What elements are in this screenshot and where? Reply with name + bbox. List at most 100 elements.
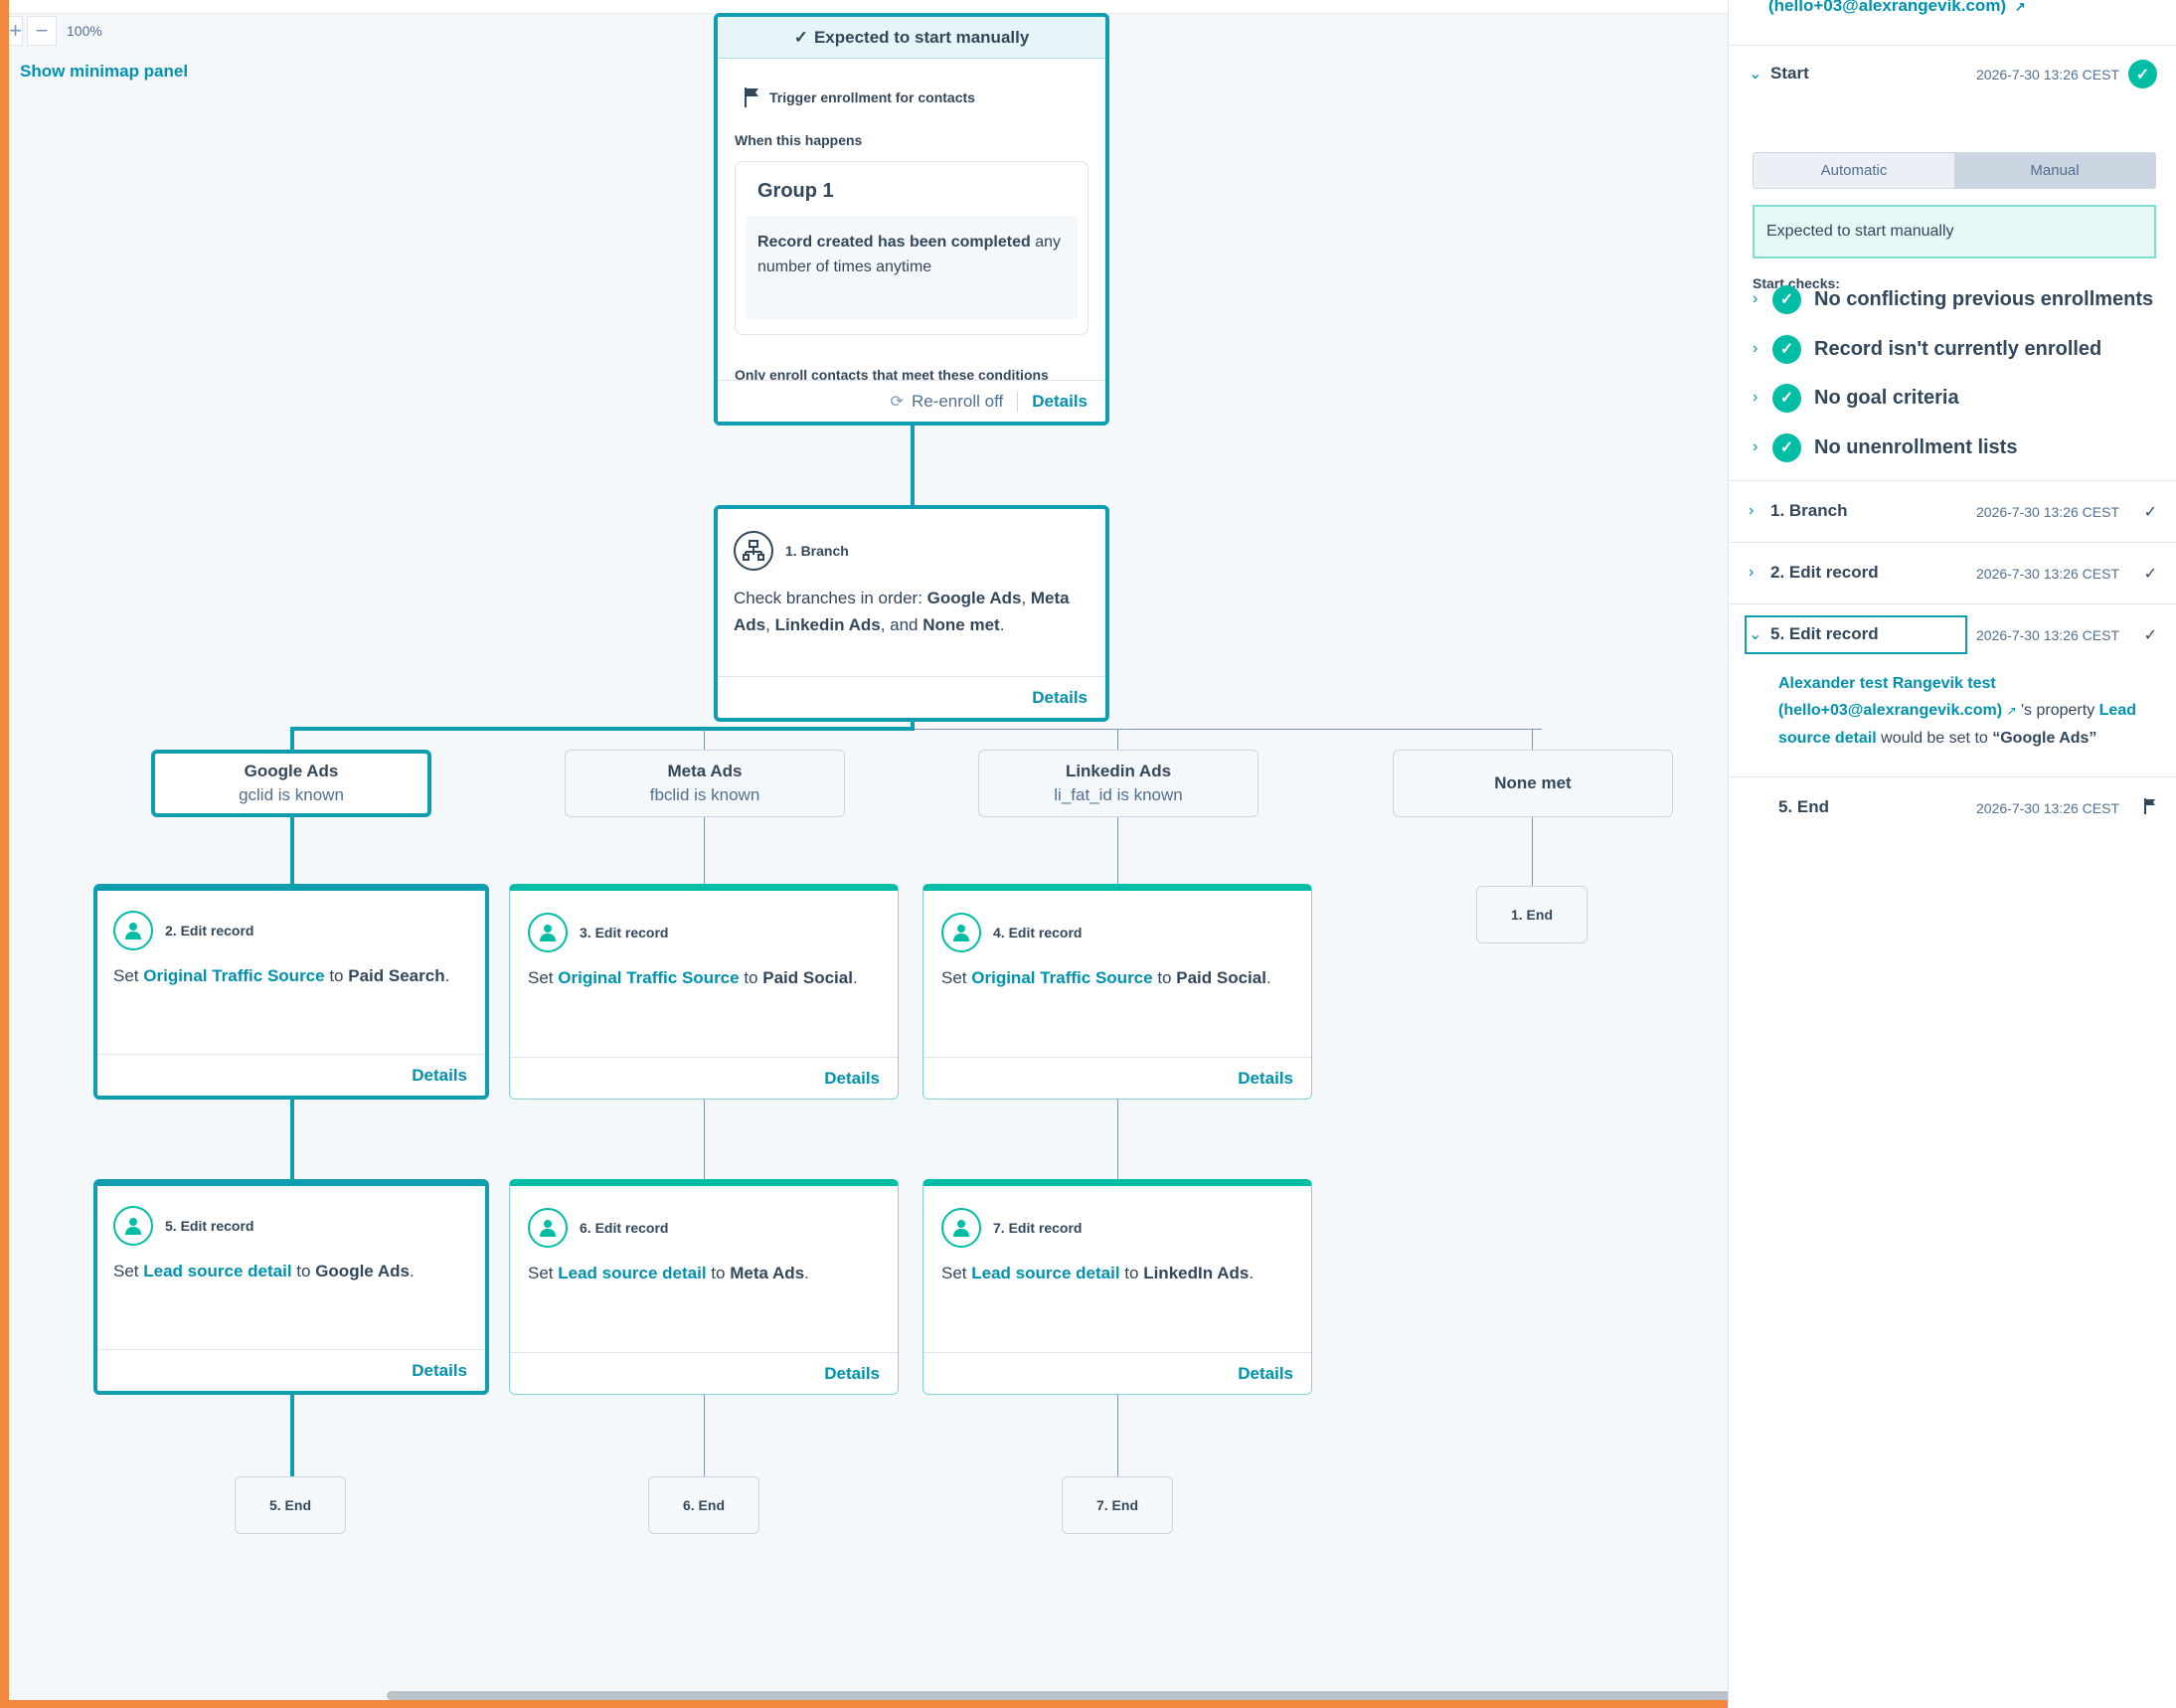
connector	[290, 727, 915, 731]
branch-icon	[734, 531, 773, 571]
success-check-icon: ✓	[2128, 60, 2157, 88]
connector	[1117, 1100, 1118, 1180]
reenroll-status: Re-enroll off	[911, 391, 1004, 411]
connector	[704, 1395, 705, 1476]
connector	[911, 426, 915, 505]
external-link-icon: ↗	[2006, 704, 2017, 718]
condition-box: Record created has been completed any nu…	[746, 216, 1078, 319]
check-icon: ✓	[2143, 504, 2157, 521]
reenroll-icon: ⟳	[890, 393, 904, 411]
connector	[290, 1395, 294, 1476]
start-header[interactable]: ⌄ Start	[1749, 64, 1809, 84]
action-7-details-link[interactable]: Details	[1238, 1364, 1293, 1384]
action-5-details-link[interactable]: Details	[412, 1361, 467, 1381]
action-card-2[interactable]: 2. Edit record Set Original Traffic Sour…	[93, 884, 489, 1100]
connector	[290, 727, 294, 751]
action-6-details-link[interactable]: Details	[824, 1364, 880, 1384]
start-section: ⌄ Start 2026-7-30 13:26 CEST ✓ Automatic…	[1729, 45, 2176, 482]
branch-meta-ads[interactable]: Meta Ads fbclid is known	[565, 750, 845, 817]
start-time: 2026-7-30 13:26 CEST	[1976, 67, 2119, 83]
branch-linkedin-ads[interactable]: Linkedin Ads li_fat_id is known	[978, 750, 1258, 817]
show-minimap-link[interactable]: Show minimap panel	[20, 62, 188, 82]
workflow-canvas[interactable]: + − 100% Show minimap panel ✓ Expected t…	[9, 0, 1729, 1700]
connector	[1532, 729, 1533, 750]
action-card-4[interactable]: 4. Edit record Set Original Traffic Sour…	[922, 884, 1312, 1100]
start-notice: Expected to start manually	[1753, 205, 2156, 258]
connector	[915, 729, 1542, 730]
zoom-level: 100%	[67, 23, 102, 39]
trigger-title: Trigger enrollment for contacts	[769, 89, 975, 105]
check-circle-icon: ✓	[1772, 383, 1801, 413]
connector	[1117, 1395, 1118, 1476]
connector	[704, 815, 705, 884]
chevron-down-icon: ⌄	[1749, 66, 1762, 83]
chevron-right-icon: ›	[1749, 502, 1755, 519]
trigger-details-link[interactable]: Details	[1032, 392, 1088, 412]
canvas-top-bar	[9, 0, 1729, 14]
connector	[704, 1100, 705, 1180]
end-node-5[interactable]: 5. End	[235, 1476, 346, 1534]
chevron-right-icon: ›	[1753, 389, 1758, 406]
chevron-right-icon: ›	[1749, 564, 1755, 581]
flag-icon	[745, 87, 758, 107]
connector	[1532, 815, 1533, 886]
check-icon: ✓	[2143, 566, 2157, 583]
contacts-icon	[113, 911, 153, 950]
end-node-1[interactable]: 1. End	[1476, 886, 1588, 943]
chevron-right-icon: ›	[1753, 438, 1758, 455]
start-check-item[interactable]: › ✓ No conflicting previous enrollments	[1753, 284, 2153, 314]
history-row-edit-record-5: ⌄ 5. Edit record 2026-7-30 13:26 CEST ✓ …	[1729, 603, 2176, 776]
history-row-branch[interactable]: › 1. Branch 2026-7-30 13:26 CEST ✓	[1729, 480, 2176, 542]
zoom-in-button[interactable]: +	[9, 16, 23, 46]
branch-details-link[interactable]: Details	[1032, 688, 1088, 708]
branch-title: 1. Branch	[785, 543, 849, 559]
branch-google-ads[interactable]: Google Ads gclid is known	[151, 750, 431, 817]
check-icon: ✓	[2143, 627, 2157, 644]
contact-link[interactable]: Alexander test Rangevik test (hello+03@a…	[1778, 675, 2002, 719]
automatic-option[interactable]: Automatic	[1754, 153, 1954, 188]
check-circle-icon: ✓	[1772, 334, 1801, 364]
end-node-6[interactable]: 6. End	[648, 1476, 759, 1534]
contacts-icon	[941, 913, 981, 952]
branch-none-met[interactable]: None met	[1393, 750, 1673, 817]
external-link-icon: ↗	[2014, 0, 2026, 14]
end-node-7[interactable]: 7. End	[1062, 1476, 1173, 1534]
connector	[1117, 815, 1118, 884]
check-circle-icon: ✓	[1772, 432, 1801, 462]
zoom-controls: + − 100%	[9, 15, 102, 47]
action-card-5[interactable]: 5. Edit record Set Lead source detail to…	[93, 1179, 489, 1395]
action-2-details-link[interactable]: Details	[412, 1066, 467, 1086]
trigger-card[interactable]: ✓ Expected to start manually Trigger enr…	[714, 13, 1109, 426]
check-circle-icon: ✓	[1772, 284, 1801, 314]
action-card-3[interactable]: 3. Edit record Set Original Traffic Sour…	[509, 884, 899, 1100]
start-check-item[interactable]: › ✓ Record isn't currently enrolled	[1753, 334, 2101, 364]
contacts-icon	[113, 1206, 153, 1246]
flag-icon	[2144, 798, 2155, 814]
action-3-details-link[interactable]: Details	[824, 1069, 880, 1089]
manual-option[interactable]: Manual	[1954, 153, 2155, 188]
history-row-end[interactable]: 5. End 2026-7-30 13:26 CEST	[1729, 776, 2176, 838]
branch-card[interactable]: 1. Branch Check branches in order: Googl…	[714, 505, 1109, 722]
history-row-edit-record-2[interactable]: › 2. Edit record 2026-7-30 13:26 CEST ✓	[1729, 542, 2176, 603]
connector	[1117, 729, 1118, 750]
contacts-icon	[528, 1208, 568, 1248]
zoom-out-button[interactable]: −	[27, 16, 57, 46]
start-mode-toggle: Automatic Manual	[1753, 152, 2156, 189]
action-4-details-link[interactable]: Details	[1238, 1069, 1293, 1089]
start-check-item[interactable]: › ✓ No goal criteria	[1753, 383, 1959, 413]
action-card-7[interactable]: 7. Edit record Set Lead source detail to…	[922, 1179, 1312, 1395]
chevron-right-icon: ›	[1753, 340, 1758, 357]
chevron-down-icon: ⌄	[1749, 626, 1762, 643]
group-title: Group 1	[757, 180, 834, 202]
action-card-6[interactable]: 6. Edit record Set Lead source detail to…	[509, 1179, 899, 1395]
enrollment-history-panel: (hello+03@alexrangevik.com) ↗ ⌄ Start 20…	[1728, 0, 2176, 1708]
start-check-item[interactable]: › ✓ No unenrollment lists	[1753, 432, 2017, 462]
when-label: When this happens	[735, 132, 863, 148]
horizontal-scrollbar[interactable]	[387, 1691, 1729, 1700]
connector	[290, 1100, 294, 1180]
connector	[290, 815, 294, 884]
check-icon: ✓	[793, 27, 808, 47]
chevron-right-icon: ›	[1753, 290, 1758, 307]
contact-email-link[interactable]: (hello+03@alexrangevik.com) ↗	[1768, 0, 2026, 16]
trigger-banner: ✓ Expected to start manually	[718, 17, 1105, 59]
